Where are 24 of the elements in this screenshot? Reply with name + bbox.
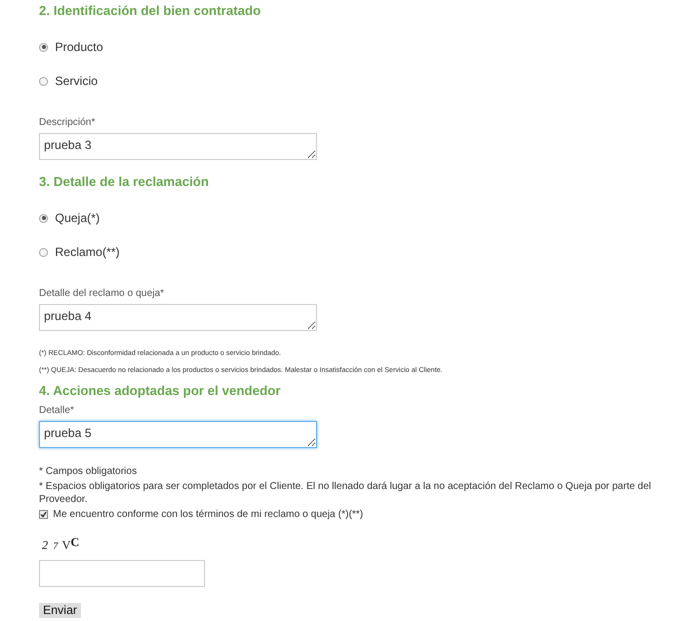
text-area[interactable]: prueba 5 bbox=[39, 421, 317, 448]
field-label: Detalle del reclamo o queja* bbox=[39, 288, 166, 300]
radio-button[interactable] bbox=[39, 42, 48, 52]
section-heading: 2. Identificación del bien contratado bbox=[39, 3, 262, 19]
submit-button[interactable]: Enviar bbox=[39, 603, 82, 618]
checkbox-label: Me encuentro conforme con los términos de mi reclamo o queja (*)(**) bbox=[53, 508, 364, 521]
radio-button[interactable] bbox=[39, 76, 48, 86]
section-heading: 4. Acciones adoptadas por el vendedor bbox=[39, 383, 282, 399]
section-heading: 3. Detalle de la reclamación bbox=[39, 174, 210, 190]
option-label: Servicio bbox=[55, 73, 98, 89]
text-area[interactable]: prueba 4 bbox=[39, 304, 317, 331]
checkbox[interactable] bbox=[39, 510, 48, 519]
option-label: Queja(*) bbox=[55, 210, 100, 226]
footnote: * Espacios obligatorios para ser completados por el Cliente. El no llenado dará lugar a la no aceptación del Reclamo o Queja por parte del Proveedor. bbox=[39, 480, 652, 506]
radio-button[interactable] bbox=[39, 214, 48, 222]
radio-button[interactable] bbox=[39, 248, 48, 256]
option-label: Producto bbox=[55, 39, 104, 55]
footnote: * Campos obligatorios bbox=[39, 465, 138, 478]
text-area[interactable]: prueba 3 bbox=[39, 133, 317, 160]
captcha-input[interactable] bbox=[39, 560, 205, 587]
captcha-image: 2 7 VC bbox=[42, 534, 80, 554]
field-label: Detalle* bbox=[39, 405, 76, 417]
option-label: Reclamo(**) bbox=[55, 244, 120, 260]
field-label: Descripción* bbox=[39, 117, 96, 129]
